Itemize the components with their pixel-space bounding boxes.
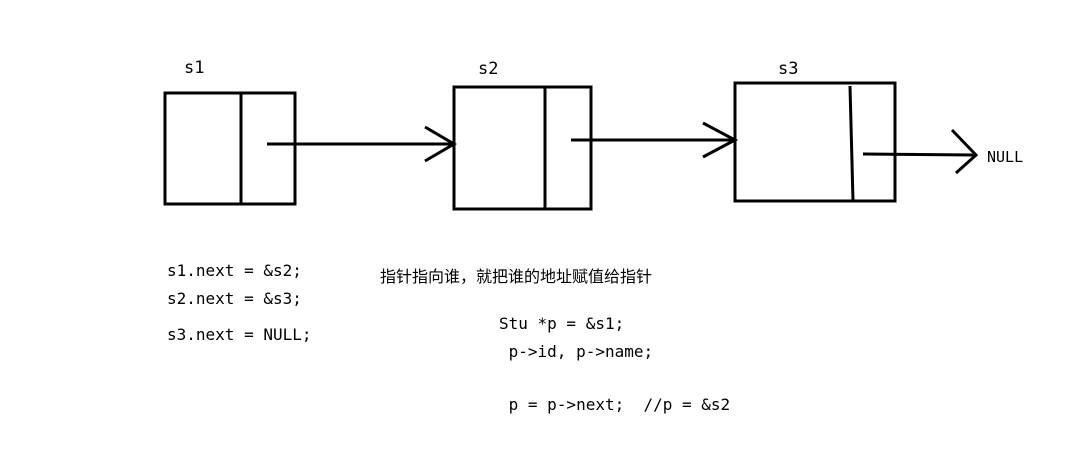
node-divider-s3 [848, 85, 855, 202]
node-s2: s2 [452, 59, 593, 211]
node-s1: s1 [163, 58, 297, 206]
assignment-line-1: s1.next = &s2; [167, 261, 302, 280]
assignment-line-3: s3.next = NULL; [167, 325, 312, 344]
code-line-3: p = p->next; //p = &s2 [499, 395, 731, 414]
node-s3: s3 [733, 59, 897, 203]
assignment-line-2: s2.next = &s3; [167, 289, 302, 308]
code-line-2: p->id, p->name; [499, 342, 654, 361]
null-label: NULL [987, 148, 1023, 166]
node-label-s1: s1 [184, 58, 204, 78]
node-label-s2: s2 [478, 59, 498, 79]
node-box-s1 [163, 91, 297, 206]
node-box-s2 [452, 85, 593, 211]
linked-list-diagram: s1 s2 s3 NULL [163, 58, 1023, 211]
arrow-s3-to-null [862, 128, 979, 175]
pointer-note: 指针指向谁，就把谁的地址赋值给指针 [380, 267, 653, 286]
node-label-s3: s3 [778, 59, 798, 79]
code-line-1: Stu *p = &s1; [499, 314, 625, 333]
node-box-s3 [733, 81, 897, 203]
arrow-s2-to-s3 [571, 121, 739, 159]
